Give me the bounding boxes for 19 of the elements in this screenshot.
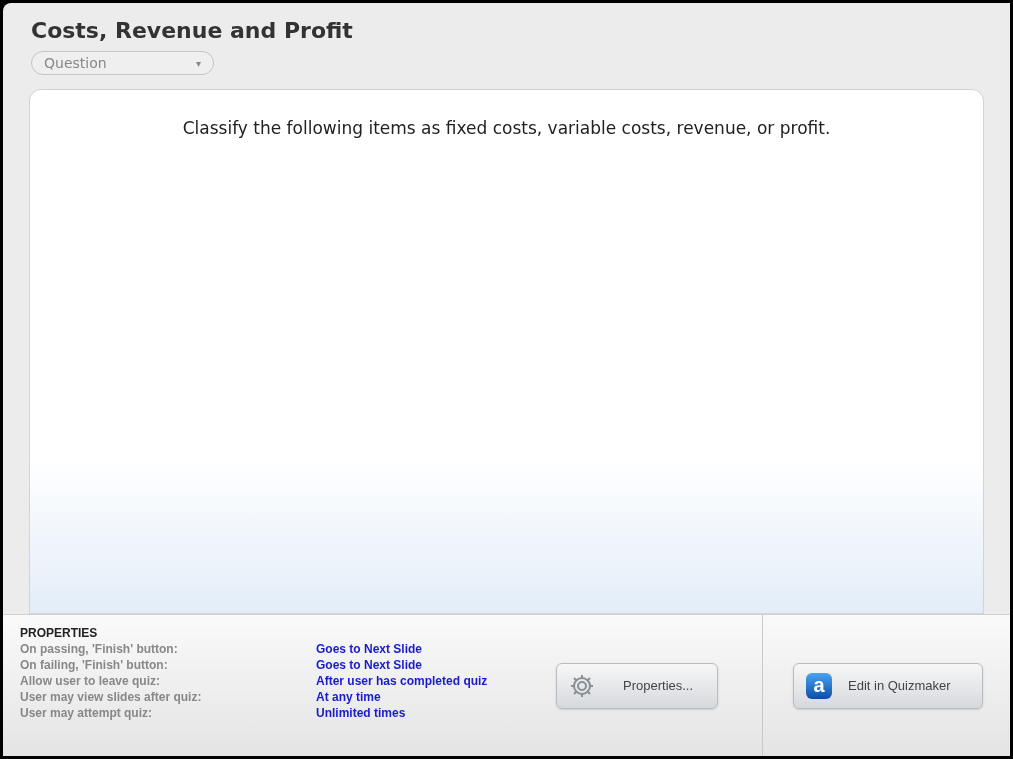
property-label: On passing, 'Finish' button: xyxy=(20,641,179,657)
property-label: User may attempt quiz: xyxy=(20,705,154,721)
property-value: At any time xyxy=(316,689,381,705)
properties-heading: PROPERTIES xyxy=(20,625,99,641)
property-label: On failing, 'Finish' button: xyxy=(20,657,169,673)
edit-button[interactable]: a Edit in Quizmaker xyxy=(793,662,983,709)
property-label: Allow user to leave quiz: xyxy=(20,673,162,689)
dropdown-caret-icon: ▾ xyxy=(195,55,201,71)
question-text: Classify the following items as fixed costs, variable costs, revenue, or profit. xyxy=(182,117,831,140)
property-value: Goes to Next Slide xyxy=(316,657,423,673)
property-value: After user has completed quiz xyxy=(316,673,488,689)
properties-button[interactable]: Properties... xyxy=(556,662,718,709)
gear-icon xyxy=(569,672,595,699)
property-label: User may view slides after quiz: xyxy=(20,689,203,705)
property-value: Goes to Next Slide xyxy=(316,641,423,657)
slide-title: Costs, Revenue and Profit xyxy=(31,17,354,45)
app-logo-icon: a xyxy=(806,672,832,699)
property-value: Unlimited times xyxy=(316,705,406,721)
dropdown-value: Question xyxy=(44,53,107,73)
